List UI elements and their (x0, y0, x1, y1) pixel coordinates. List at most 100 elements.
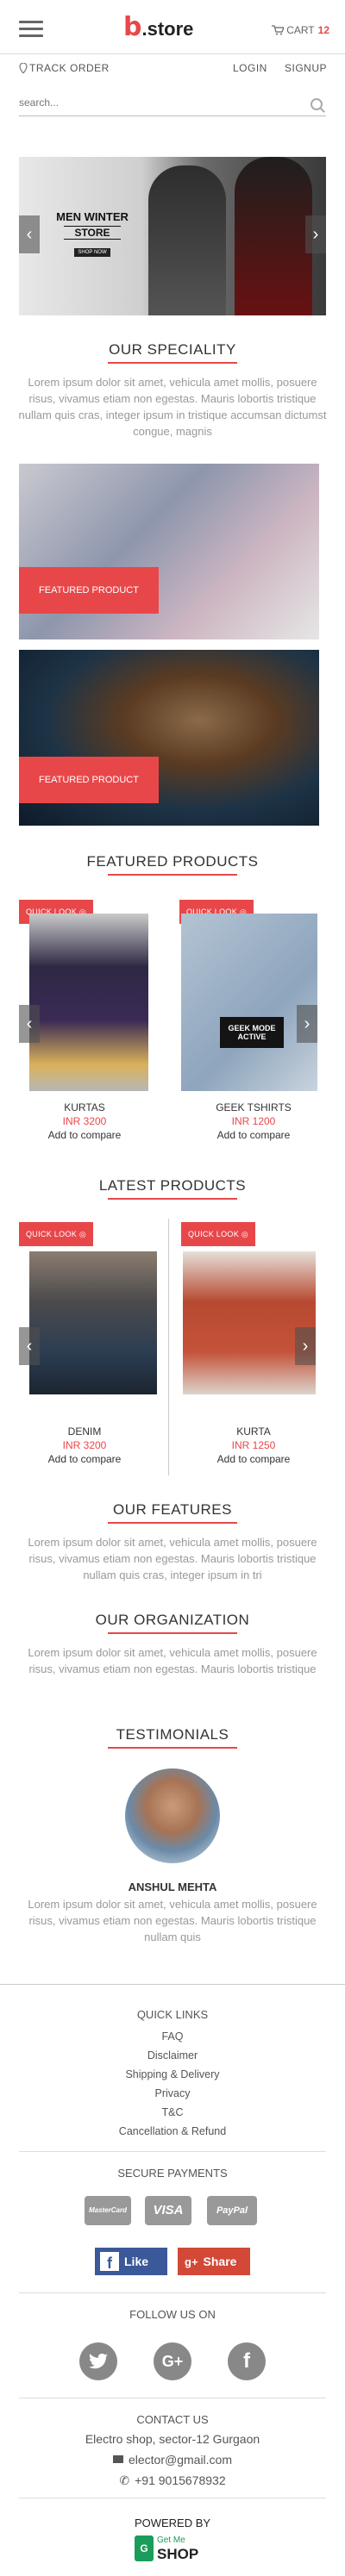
contact-phone-row[interactable]: ✆ +91 9015678932 (0, 2473, 345, 2488)
speciality-text: Lorem ipsum dolor sit amet, vehicula ame… (18, 376, 327, 438)
product-image-denim[interactable] (29, 1251, 157, 1394)
signup-link[interactable]: SIGNUP (285, 62, 327, 74)
google-plus-share-button[interactable]: g+ Share (178, 2248, 250, 2275)
hero-line-1: MEN WINTER (56, 210, 129, 223)
quick-look-button[interactable]: QUICK LOOK ◎ (19, 1222, 93, 1246)
hero-model-1 (148, 165, 226, 315)
product-name[interactable]: DENIM (7, 1425, 162, 1438)
quick-look-icon: ◎ (78, 1230, 86, 1238)
location-pin-icon (19, 62, 28, 74)
latest-prev-arrow[interactable]: ‹ (19, 1327, 40, 1365)
cart-icon (272, 25, 285, 35)
testimonial-name: ANSHUL MEHTA (128, 1881, 217, 1893)
contact-email-row[interactable]: elector@gmail.com (0, 2453, 345, 2467)
footer-link-tc[interactable]: T&C (0, 2106, 345, 2118)
featured-next-arrow[interactable]: › (297, 1005, 317, 1043)
latest-next-arrow[interactable]: › (295, 1327, 316, 1365)
store-logo[interactable]: b.store (123, 12, 193, 42)
product-price: INR 3200 (62, 1439, 107, 1451)
contact-email[interactable]: elector@gmail.com (129, 2453, 232, 2467)
hamburger-menu-icon[interactable] (19, 21, 43, 38)
product-column-divider (168, 1219, 169, 1475)
contact-phone[interactable]: +91 9015678932 (135, 2473, 226, 2487)
paypal-icon: PayPal (207, 2196, 257, 2225)
facebook-like-button[interactable]: f Like (95, 2248, 167, 2275)
quick-links-title: QUICK LINKS (136, 2008, 209, 2021)
getmeshop-logo[interactable]: G Get Me SHOP (135, 2534, 212, 2565)
visa-icon: VISA (145, 2196, 191, 2225)
product-price: INR 3200 (62, 1115, 107, 1127)
footer-link-cancellation[interactable]: Cancellation & Refund (0, 2125, 345, 2137)
getmeshop-top-text: Get Me (157, 2535, 185, 2545)
contact-us-title: CONTACT US (136, 2413, 209, 2426)
header-divider (0, 53, 345, 54)
quick-look-icon: ◎ (241, 1230, 248, 1238)
organization-text: Lorem ipsum dolor sit amet, vehicula ame… (28, 1646, 317, 1675)
footer-link-privacy[interactable]: Privacy (0, 2087, 345, 2099)
follow-us-title: FOLLOW US ON (129, 2308, 216, 2321)
phone-icon: ✆ (119, 2473, 130, 2487)
speciality-title: OUR SPECIALITY (109, 341, 236, 358)
site-header: b.store CART 12 (0, 0, 345, 60)
quick-look-button[interactable]: QUICK LOOK ◎ (181, 1222, 255, 1246)
organization-underline (108, 1632, 237, 1634)
google-plus-icon[interactable]: G+ (154, 2342, 191, 2380)
featured-products-title: FEATURED PRODUCTS (86, 853, 259, 870)
shopping-bag-icon: G (135, 2535, 154, 2561)
search-input[interactable] (19, 93, 295, 112)
product-image-kurtas[interactable] (29, 914, 148, 1091)
product-price: INR 1200 (231, 1115, 276, 1127)
latest-products-underline (108, 1198, 237, 1200)
footer-link-shipping[interactable]: Shipping & Delivery (0, 2068, 345, 2080)
google-plus-icon: g+ (185, 2255, 198, 2268)
product-name[interactable]: KURTA (176, 1425, 331, 1438)
product-image-kurta[interactable] (183, 1251, 316, 1394)
add-to-compare-link[interactable]: Add to compare (7, 1129, 162, 1141)
hero-shop-now-button[interactable]: SHOP NOW (74, 248, 110, 257)
hero-model-2 (235, 157, 312, 315)
search-icon[interactable] (310, 98, 323, 110)
footer-divider (19, 2292, 326, 2293)
testimonials-underline (108, 1747, 237, 1749)
product-name[interactable]: GEEK TSHIRTS (176, 1101, 331, 1113)
speciality-underline (108, 362, 237, 364)
footer-divider (0, 1984, 345, 1985)
cart-count-badge: 12 (317, 24, 329, 36)
track-order-link[interactable]: TRACK ORDER (19, 62, 110, 74)
powered-by-label: POWERED BY (134, 2517, 211, 2529)
featured-products-underline (108, 874, 237, 876)
footer-link-disclaimer[interactable]: Disclaimer (0, 2049, 345, 2061)
testimonial-avatar (125, 1768, 220, 1863)
testimonials-title: TESTIMONIALS (116, 1726, 229, 1743)
hero-next-arrow[interactable]: › (305, 215, 326, 253)
product-image-geek-tshirts[interactable]: GEEK MODE ACTIVE (181, 914, 317, 1091)
add-to-compare-link[interactable]: Add to compare (7, 1453, 162, 1465)
hero-line-2: STORE (64, 226, 121, 240)
featured-banner-1-label[interactable]: FEATURED PRODUCT (19, 567, 159, 614)
getmeshop-bottom-text: SHOP (157, 2546, 199, 2562)
cart-button[interactable]: CART 12 (272, 24, 329, 36)
add-to-compare-link[interactable]: Add to compare (176, 1129, 331, 1141)
footer-link-faq[interactable]: FAQ (0, 2030, 345, 2043)
envelope-icon (112, 2455, 123, 2463)
features-title: OUR FEATURES (113, 1501, 232, 1518)
add-to-compare-link[interactable]: Add to compare (176, 1453, 331, 1465)
featured-banner-2-label[interactable]: FEATURED PRODUCT (19, 757, 159, 803)
features-text: Lorem ipsum dolor sit amet, vehicula ame… (28, 1536, 317, 1581)
footer-divider (19, 2151, 326, 2152)
facebook-icon[interactable]: f (228, 2342, 266, 2380)
featured-prev-arrow[interactable]: ‹ (19, 1005, 40, 1043)
login-link[interactable]: LOGIN (233, 62, 267, 74)
testimonial-text: Lorem ipsum dolor sit amet, vehicula ame… (28, 1898, 317, 1943)
geek-shirt-print: GEEK MODE ACTIVE (220, 1017, 284, 1048)
search-bar (19, 93, 326, 116)
organization-title: OUR ORGANIZATION (95, 1612, 250, 1628)
secure-payments-title: SECURE PAYMENTS (117, 2167, 228, 2180)
mastercard-icon: MasterCard (85, 2196, 131, 2225)
hero-banner: MEN WINTER STORE SHOP NOW (19, 157, 326, 315)
features-underline (108, 1522, 237, 1524)
product-name[interactable]: KURTAS (7, 1101, 162, 1113)
twitter-icon[interactable] (79, 2342, 117, 2380)
facebook-icon: f (100, 2252, 119, 2272)
hero-prev-arrow[interactable]: ‹ (19, 215, 40, 253)
